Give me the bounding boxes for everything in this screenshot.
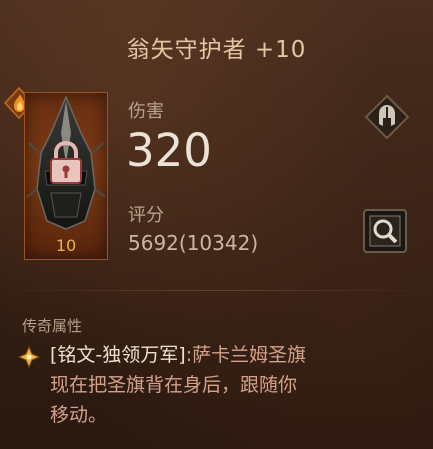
section-divider — [0, 290, 433, 291]
magnify-icon[interactable] — [362, 208, 408, 254]
legendary-line-2: 现在把圣旗背在身后，跟随你 — [50, 374, 298, 396]
item-title: 翁矢守护者 +10 — [126, 37, 307, 63]
item-slot[interactable]: 10 — [24, 92, 108, 260]
legendary-description: [铭文-独领万军]:萨卡兰姆圣旗 现在把圣旗背在身后，跟随你 移动。 — [50, 340, 420, 430]
legendary-line-1: :萨卡兰姆圣旗 — [185, 344, 307, 366]
lock-icon — [50, 141, 82, 184]
legendary-line-3: 移动。 — [50, 404, 108, 426]
score-value: 5692(10342) — [128, 231, 259, 255]
legendary-name: [铭文-独领万军] — [50, 344, 186, 366]
damage-value: 320 — [126, 124, 212, 177]
score-label: 评分 — [128, 205, 164, 226]
diamond-star-icon — [18, 346, 40, 368]
item-level: 10 — [55, 236, 77, 255]
damage-label: 伤害 — [128, 101, 164, 122]
helm-icon[interactable] — [364, 94, 410, 140]
legendary-header: 传奇属性 — [22, 317, 83, 335]
item-tooltip-panel: 翁矢守护者 +10 10 伤害 320 评分 5692(10342) 传奇属性 … — [0, 0, 433, 449]
